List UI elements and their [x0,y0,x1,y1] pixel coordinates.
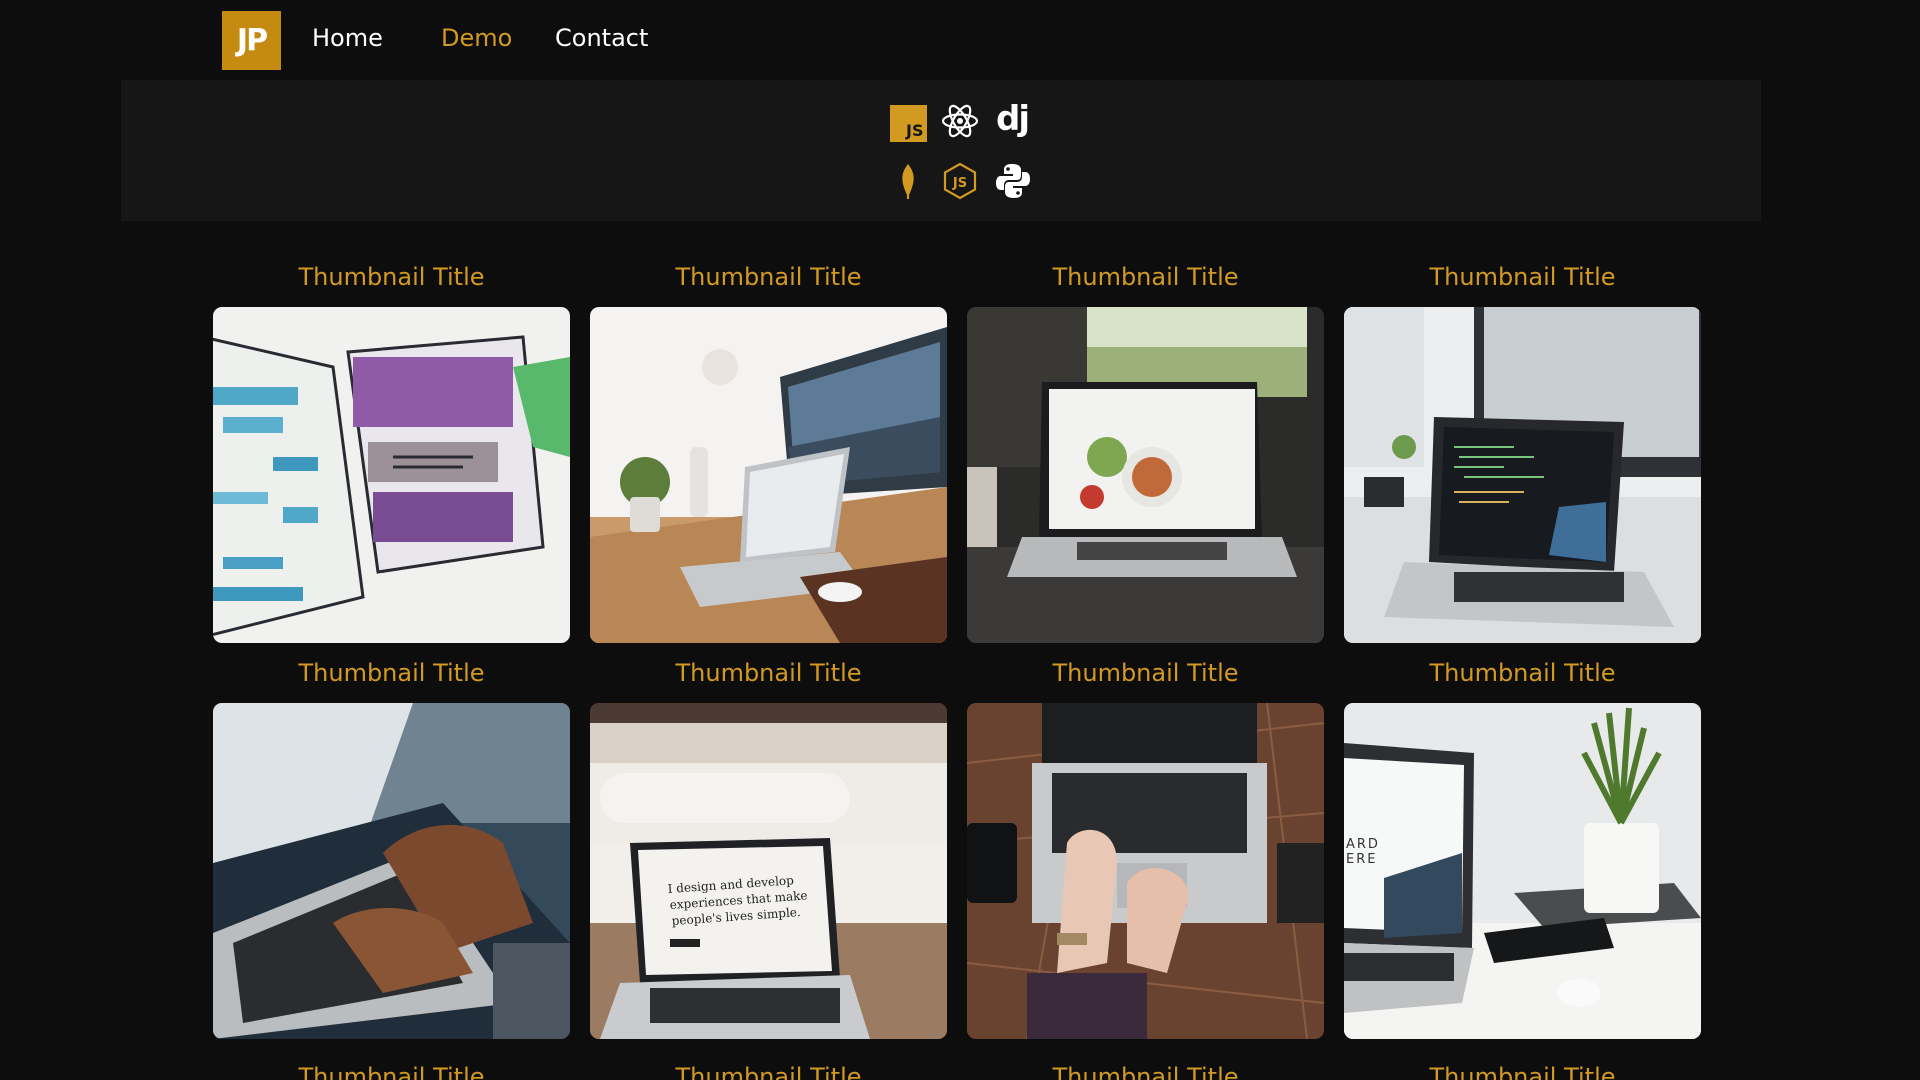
navbar: JP Home Demo Contact [0,0,1920,80]
react-icon [940,101,980,141]
django-label: dj [996,99,1030,139]
screen-text-line: ARD [1346,837,1380,852]
javascript-icon: JS [888,103,928,143]
thumbnail-title: Thumbnail Title [1429,1064,1616,1080]
thumbnail-title: Thumbnail Title [1052,659,1239,687]
cafe-laptop-image[interactable]: I design and develop experiences that ma… [590,703,947,1039]
hands-typing-laptop-image[interactable] [213,703,570,1039]
django-icon: dj [992,99,1032,139]
topdown-laptop-hands-image[interactable] [967,703,1324,1039]
thumbnail-title: Thumbnail Title [1429,263,1616,291]
thumbnail-title: Thumbnail Title [298,1064,485,1080]
thumbnail-title: Thumbnail Title [675,1064,862,1080]
laptop-food-site-image[interactable] [967,307,1324,643]
thumbnail-title: Thumbnail Title [1052,1064,1239,1080]
thumbnail-title: Thumbnail Title [1052,263,1239,291]
screen-text-line: ERE [1346,852,1377,867]
thumbnail-title: Thumbnail Title [675,263,862,291]
laptop-code-editor-image[interactable] [1344,307,1701,643]
nav-link-contact[interactable]: Contact [555,24,648,52]
wireframe-sketch-image[interactable] [213,307,570,643]
laptop-plant-desk-image[interactable]: ARD ERE [1344,703,1701,1039]
svg-text:JS: JS [952,176,967,191]
javascript-label: JS [889,104,927,142]
nodejs-icon: JS [940,161,980,201]
nav-link-home[interactable]: Home [312,24,383,52]
logo[interactable]: JP [222,11,281,70]
thumbnail-title: Thumbnail Title [298,659,485,687]
desk-laptop-imac-image[interactable] [590,307,947,643]
mongodb-icon [888,161,928,201]
python-icon [993,161,1033,201]
thumbnail-title: Thumbnail Title [298,263,485,291]
thumbnail-title: Thumbnail Title [675,659,862,687]
nav-link-demo[interactable]: Demo [441,24,512,52]
thumbnail-title: Thumbnail Title [1429,659,1616,687]
